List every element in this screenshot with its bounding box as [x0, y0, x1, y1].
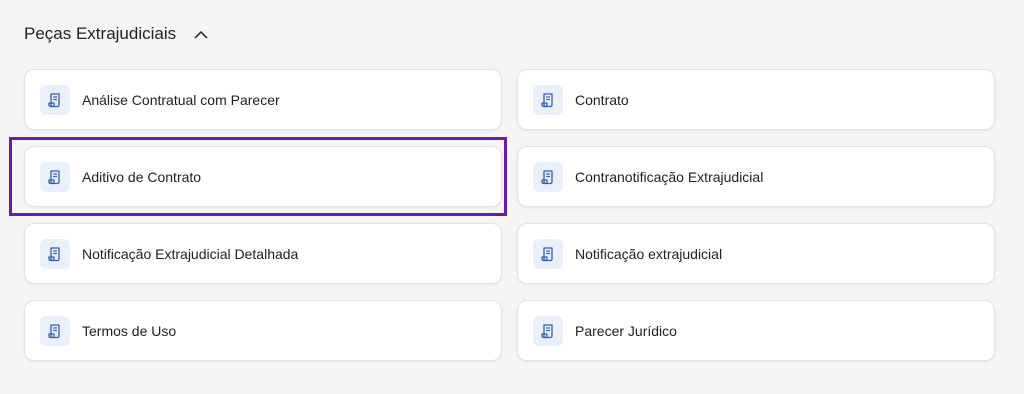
card-label: Contranotificação Extrajudicial: [575, 168, 764, 185]
document-scroll-icon: [40, 161, 70, 192]
section-header: Peças Extrajudiciais: [24, 20, 212, 48]
card-label: Análise Contratual com Parecer: [82, 91, 280, 108]
card-label: Parecer Jurídico: [575, 322, 677, 339]
card-analise-contratual[interactable]: Análise Contratual com Parecer: [24, 69, 502, 130]
document-grid: Análise Contratual com Parecer Contrato …: [9, 69, 995, 361]
card-aditivo-de-contrato[interactable]: Aditivo de Contrato: [9, 137, 507, 216]
card-parecer-juridico[interactable]: Parecer Jurídico: [517, 300, 995, 361]
card-contrato[interactable]: Contrato: [517, 69, 995, 130]
card-notificacao-extrajudicial[interactable]: Notificação extrajudicial: [517, 223, 995, 284]
section-title: Peças Extrajudiciais: [24, 24, 177, 43]
document-scroll-icon: [40, 315, 70, 346]
document-scroll-icon: [533, 84, 563, 115]
card-termos-de-uso[interactable]: Termos de Uso: [24, 300, 502, 361]
document-scroll-icon: [40, 84, 70, 115]
card-label: Notificação extrajudicial: [575, 245, 723, 262]
card-label: Notificação Extrajudicial Detalhada: [82, 245, 299, 262]
document-scroll-icon: [533, 315, 563, 346]
document-scroll-icon: [533, 238, 563, 269]
card-contranotificacao[interactable]: Contranotificação Extrajudicial: [517, 146, 995, 207]
card-label: Termos de Uso: [82, 322, 177, 339]
document-scroll-icon: [533, 161, 563, 192]
card-label: Contrato: [575, 91, 629, 108]
card-notificacao-detalhada[interactable]: Notificação Extrajudicial Detalhada: [24, 223, 502, 284]
document-scroll-icon: [40, 238, 70, 269]
card-label: Aditivo de Contrato: [82, 168, 202, 185]
chevron-up-icon[interactable]: [190, 23, 212, 45]
